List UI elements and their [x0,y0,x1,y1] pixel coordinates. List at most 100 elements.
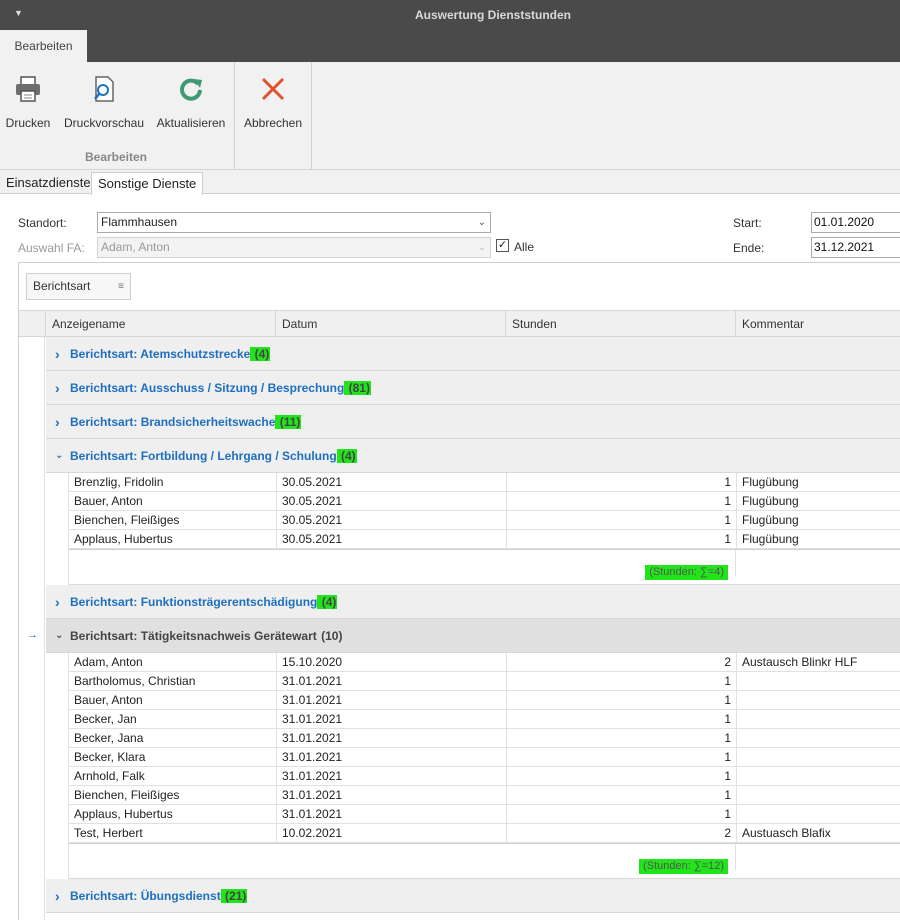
tab-sonstige-dienste[interactable]: Sonstige Dienste [91,172,204,195]
chevron-down-icon[interactable]: ⌄ [55,619,63,653]
chevron-right-icon[interactable]: › [55,879,60,913]
refresh-button[interactable]: Aktualisieren [155,68,227,130]
ribbon-tab-strip: Bearbeiten [0,30,900,62]
column-header-datum[interactable]: Datum [275,311,505,337]
cell-datum: 31.01.2021 [276,729,506,748]
focused-row-arrow-icon: → [27,629,38,641]
cell-kommentar: Austausch Blinkr HLF [736,653,900,672]
cell-kommentar [736,805,900,824]
group-summary-text: (Stunden: ∑=4) [645,565,728,580]
cell-anzeigename: Arnhold, Falk [68,767,276,786]
cell-stunden: 1 [506,530,736,549]
start-date-input[interactable]: 01.01.2020 [811,212,900,233]
cell-anzeigename: Bauer, Anton [68,691,276,710]
table-row[interactable]: Bauer, Anton 31.01.2021 1 [68,691,900,710]
fa-select[interactable]: Adam, Anton ⌄ [97,237,491,258]
cell-anzeigename: Bienchen, Fleißiges [68,786,276,805]
cell-datum: 31.01.2021 [276,786,506,805]
group-name: Berichtsart: Fortbildung / Lehrgang / Sc… [70,449,337,463]
cancel-button[interactable]: Abbrechen [240,68,306,130]
table-row[interactable]: Bartholomus, Christian 31.01.2021 1 [68,672,900,691]
table-row[interactable]: Adam, Anton 15.10.2020 2 Austausch Blinkr H… [68,653,900,672]
group-summary-footer: (Stunden: ∑=12) [68,843,900,879]
cell-datum: 10.02.2021 [276,824,506,843]
group-row-label: Berichtsart: Atemschutzstrecke (4) [70,337,271,371]
cell-stunden: 1 [506,710,736,729]
group-row[interactable]: ⌄ Berichtsart: Fortbildung / Lehrgang / S… [46,439,900,473]
cell-stunden: 1 [506,672,736,691]
table-row[interactable]: Test, Herbert 10.02.2021 2 Austuasch Blafix [68,824,900,843]
alle-checkbox[interactable]: ✓ [496,239,509,252]
standort-select[interactable]: Flammhausen ⌄ [97,212,491,233]
chevron-down-icon[interactable]: ⌄ [55,439,63,473]
cell-stunden: 1 [506,492,736,511]
group-by-berichtsart[interactable]: Berichtsart ≡ [26,273,131,300]
table-row[interactable]: Applaus, Hubertus 31.01.2021 1 [68,805,900,824]
cell-anzeigename: Becker, Jana [68,729,276,748]
cell-stunden: 1 [506,473,736,492]
group-row[interactable]: › Berichtsart: Funktionsträgerentschädigu… [46,585,900,619]
chevron-right-icon[interactable]: › [55,337,60,371]
fa-value: Adam, Anton [101,240,170,254]
cell-kommentar: Austuasch Blafix [736,824,900,843]
end-date-input[interactable]: 31.12.2021 [811,237,900,258]
print-button[interactable]: Drucken [4,68,52,130]
group-row[interactable]: › Berichtsart: Ausschuss / Sitzung / Besp… [46,371,900,405]
group-name: Berichtsart: Funktionsträgerentschädigun… [70,595,318,609]
column-header-kommentar[interactable]: Kommentar [735,311,900,337]
cell-stunden: 1 [506,729,736,748]
print-preview-button-label: Druckvorschau [63,116,145,130]
group-name: Berichtsart: Übungsdienst [70,889,221,903]
ribbon-tab-bearbeiten[interactable]: Bearbeiten [0,30,87,62]
chevron-right-icon[interactable]: › [55,371,60,405]
standort-value: Flammhausen [101,215,178,229]
chevron-right-icon[interactable]: › [55,585,60,619]
group-count-badge: (4) [336,449,357,463]
group-row-label: Berichtsart: Ausschuss / Sitzung / Bespr… [70,371,371,405]
tab-einsatzdienste[interactable]: Einsatzdienste [0,172,97,194]
cell-stunden: 1 [506,786,736,805]
chevron-right-icon[interactable]: › [55,405,60,439]
group-row-label: Berichtsart: Übungsdienst (21) [70,879,248,913]
table-row[interactable]: Bienchen, Fleißiges 30.05.2021 1 Flugübung [68,511,900,530]
cell-stunden: 1 [506,767,736,786]
group-row[interactable]: ⌄ Berichtsart: Tätigkeitsnachweis Gerätew… [46,619,900,653]
cell-anzeigename: Bienchen, Fleißiges [68,511,276,530]
print-preview-button[interactable]: Druckvorschau [62,68,146,130]
group-row[interactable]: › Berichtsart: Übungsdienst (21) [46,879,900,913]
cell-kommentar [736,748,900,767]
group-by-label: Berichtsart [33,279,91,293]
cell-kommentar [736,786,900,805]
group-count-badge: (11) [275,415,302,429]
group-row[interactable]: › Berichtsart: Brandsicherheitswache (11) [46,405,900,439]
group-row-label: Berichtsart: Fortbildung / Lehrgang / Sc… [70,439,357,473]
ribbon-group-label: Bearbeiten [84,150,148,164]
table-row[interactable]: Becker, Jana 31.01.2021 1 [68,729,900,748]
cell-stunden: 1 [506,805,736,824]
chevron-down-icon: ⌄ [477,217,486,228]
cell-anzeigename: Applaus, Hubertus [68,530,276,549]
table-row[interactable]: Becker, Klara 31.01.2021 1 [68,748,900,767]
table-row[interactable]: Applaus, Hubertus 30.05.2021 1 Flugübung [68,530,900,549]
cell-anzeigename: Becker, Klara [68,748,276,767]
alle-label: Alle [514,240,535,254]
table-row[interactable]: Brenzlig, Fridolin 30.05.2021 1 Flugübung [68,473,900,492]
column-header-stunden[interactable]: Stunden [505,311,735,337]
table-row[interactable]: Bienchen, Fleißiges 31.01.2021 1 [68,786,900,805]
table-row[interactable]: Bauer, Anton 30.05.2021 1 Flugübung [68,492,900,511]
table-row[interactable]: Arnhold, Falk 31.01.2021 1 [68,767,900,786]
group-row[interactable]: › Berichtsart: Atemschutzstrecke (4) [46,337,900,371]
cell-datum: 30.05.2021 [276,473,506,492]
ribbon: Drucken Druckvorschau Aktualisieren Bear… [0,62,900,170]
group-count-badge: (10) [317,629,343,643]
cell-anzeigename: Applaus, Hubertus [68,805,276,824]
footer-separator [735,550,736,576]
cell-datum: 31.01.2021 [276,805,506,824]
table-row[interactable]: Becker, Jan 31.01.2021 1 [68,710,900,729]
column-header-anzeigename[interactable]: Anzeigename [45,311,275,337]
cell-stunden: 2 [506,653,736,672]
group-count-badge: (4) [317,595,338,609]
cell-stunden: 1 [506,691,736,710]
standort-label: Standort: [18,216,67,230]
window-menu-icon[interactable]: ▼ [14,8,23,18]
